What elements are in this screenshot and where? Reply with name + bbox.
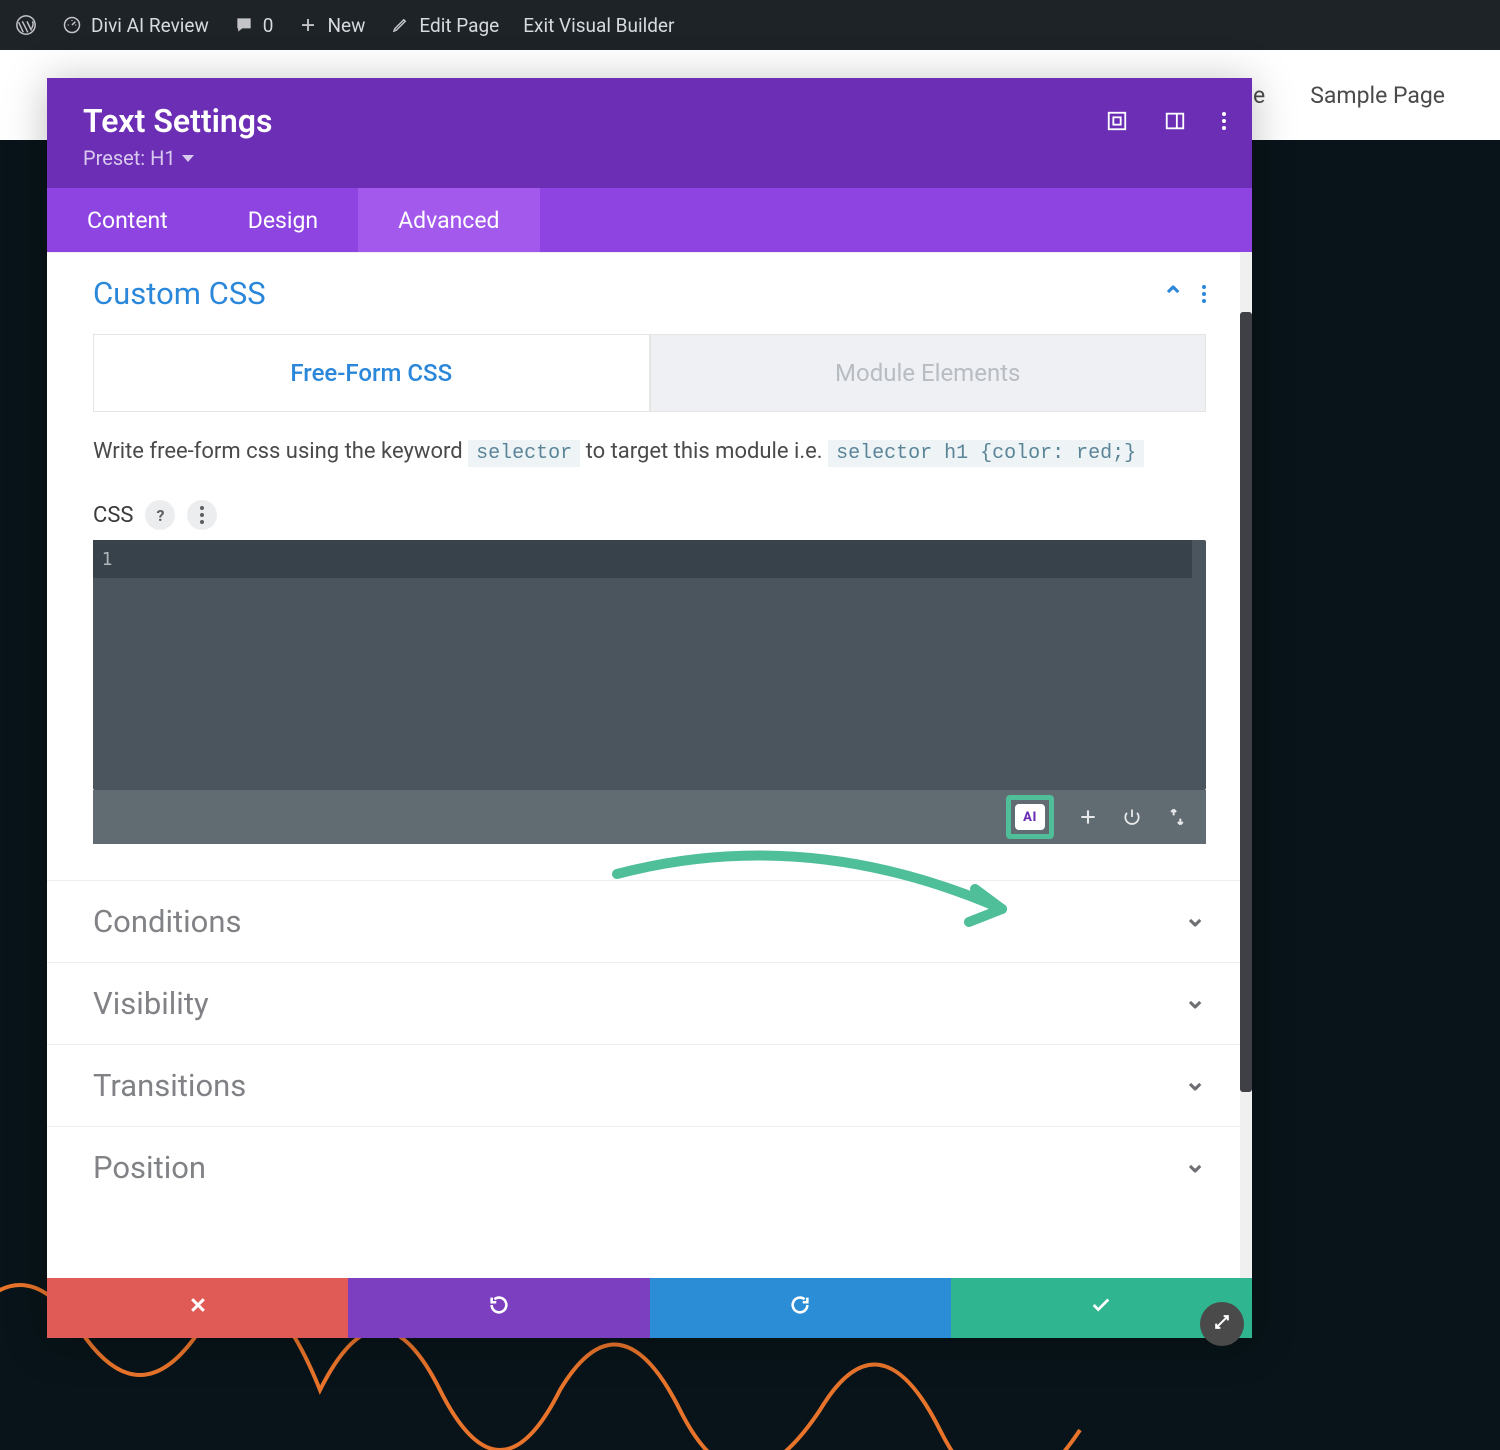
- new-link[interactable]: New: [297, 14, 365, 37]
- css-description: Write free-form css using the keyword se…: [93, 434, 1206, 470]
- tab-advanced[interactable]: Advanced: [358, 188, 539, 252]
- wp-admin-bar: Divi AI Review 0 New Edit Page Exit Visu…: [0, 0, 1500, 50]
- cancel-button[interactable]: [47, 1278, 348, 1338]
- comment-count: 0: [263, 14, 274, 37]
- nav-link-sample-page[interactable]: Sample Page: [1310, 82, 1445, 109]
- ai-button-highlight: AI: [1006, 795, 1054, 839]
- chevron-up-icon: [1162, 283, 1184, 304]
- tab-content[interactable]: Content: [47, 188, 208, 252]
- section-conditions-title: Conditions: [93, 903, 241, 940]
- subtab-freeform-css[interactable]: Free-Form CSS: [93, 334, 650, 412]
- text-settings-modal: Text Settings Preset: H1 Content Design …: [47, 78, 1252, 1338]
- more-icon[interactable]: [1222, 110, 1226, 132]
- css-more-button[interactable]: [187, 500, 217, 530]
- edit-page-link[interactable]: Edit Page: [389, 14, 499, 37]
- code-editor-toolbar: AI: [93, 790, 1206, 844]
- undo-button[interactable]: [348, 1278, 649, 1338]
- site-name-link[interactable]: Divi AI Review: [61, 14, 209, 37]
- resize-icon: [1212, 1312, 1232, 1336]
- wordpress-icon: [15, 14, 37, 36]
- css-desc-code1: selector: [468, 440, 580, 467]
- ai-icon: AI: [1015, 804, 1045, 830]
- css-desc-part2: to target this module i.e.: [586, 439, 828, 464]
- css-label-row: CSS ?: [93, 500, 1206, 530]
- site-name-text: Divi AI Review: [91, 14, 209, 37]
- ai-button[interactable]: AI: [1015, 804, 1045, 830]
- section-transitions-title: Transitions: [93, 1067, 246, 1104]
- section-conditions-header[interactable]: Conditions: [47, 880, 1252, 962]
- resize-modal-button[interactable]: [1200, 1302, 1244, 1346]
- modal-header-actions: [1106, 110, 1226, 132]
- preset-label: Preset: H1: [83, 146, 176, 170]
- close-icon: [188, 1295, 208, 1321]
- section-position-header[interactable]: Position: [47, 1126, 1252, 1208]
- section-custom-css-header[interactable]: Custom CSS: [47, 252, 1252, 334]
- undo-icon: [488, 1294, 510, 1322]
- exit-visual-builder-link[interactable]: Exit Visual Builder: [523, 14, 674, 37]
- exit-label: Exit Visual Builder: [523, 14, 674, 37]
- section-custom-css-content: Free-Form CSS Module Elements Write free…: [47, 334, 1252, 880]
- check-icon: [1090, 1294, 1112, 1322]
- code-line-number: 1: [93, 540, 121, 578]
- subtab-module-elements[interactable]: Module Elements: [650, 334, 1207, 412]
- section-visibility-title: Visibility: [93, 985, 209, 1022]
- new-label: New: [327, 14, 365, 37]
- chevron-down-icon: [1184, 1067, 1206, 1104]
- modal-header: Text Settings Preset: H1: [47, 78, 1252, 188]
- plus-icon: [297, 14, 319, 36]
- expand-button[interactable]: [1166, 807, 1188, 827]
- css-desc-part1: Write free-form css using the keyword: [93, 439, 468, 464]
- redo-button[interactable]: [650, 1278, 951, 1338]
- triangle-down-icon: [182, 155, 194, 162]
- tab-design[interactable]: Design: [208, 188, 358, 252]
- comment-icon: [233, 14, 255, 36]
- dashboard-icon: [61, 14, 83, 36]
- pencil-icon: [389, 14, 411, 36]
- edit-page-label: Edit Page: [419, 14, 499, 37]
- split-view-icon[interactable]: [1164, 110, 1186, 132]
- modal-body: Custom CSS Free-Form CSS Module Elements…: [47, 252, 1252, 1278]
- chevron-down-icon: [1184, 1149, 1206, 1186]
- redo-icon: [789, 1294, 811, 1322]
- help-button[interactable]: ?: [145, 500, 175, 530]
- responsive-icon[interactable]: [1106, 110, 1128, 132]
- add-css-button[interactable]: [1078, 807, 1098, 827]
- modal-title: Text Settings: [83, 102, 1216, 140]
- section-visibility-header[interactable]: Visibility: [47, 962, 1252, 1044]
- comments-link[interactable]: 0: [233, 14, 274, 37]
- preset-selector[interactable]: Preset: H1: [83, 146, 1216, 170]
- css-subtabs: Free-Form CSS Module Elements: [93, 334, 1206, 412]
- section-transitions-header[interactable]: Transitions: [47, 1044, 1252, 1126]
- css-desc-code2: selector h1 {color: red;}: [828, 440, 1144, 467]
- section-custom-css-title: Custom CSS: [93, 275, 266, 312]
- chevron-down-icon: [1184, 903, 1206, 940]
- modal-tabs: Content Design Advanced: [47, 188, 1252, 252]
- modal-footer: [47, 1278, 1252, 1338]
- code-line-area[interactable]: [121, 540, 1192, 578]
- css-field-label: CSS: [93, 503, 133, 528]
- chevron-down-icon: [1184, 985, 1206, 1022]
- css-code-editor[interactable]: 1: [93, 540, 1206, 790]
- section-position-title: Position: [93, 1149, 206, 1186]
- section-more-icon[interactable]: [1202, 285, 1206, 303]
- power-button[interactable]: [1122, 807, 1142, 827]
- wp-logo[interactable]: [15, 14, 37, 36]
